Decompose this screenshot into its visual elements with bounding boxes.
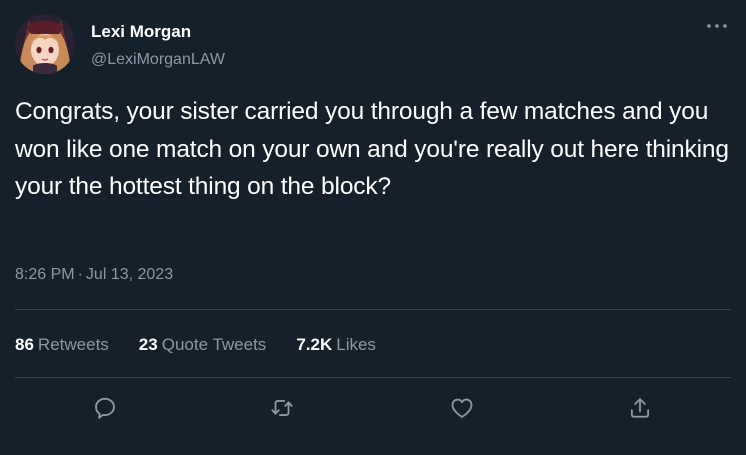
tweet-text: Congrats, your sister carried you throug… <box>15 98 729 200</box>
quote-tweets-label: Quote Tweets <box>161 335 267 354</box>
retweets-stat[interactable]: 86 Retweets <box>15 335 109 355</box>
tweet-time[interactable]: 8:26 PM <box>15 266 75 283</box>
divider <box>15 309 731 310</box>
share-icon <box>630 398 650 418</box>
tweet-date[interactable]: Jul 13, 2023 <box>86 266 173 283</box>
more-options-button[interactable] <box>700 14 734 38</box>
more-horizontal-icon <box>707 24 727 28</box>
tweet-card: Lexi Morgan @LexiMorganLAW Congrats, you… <box>0 0 746 455</box>
quote-tweets-stat[interactable]: 23 Quote Tweets <box>139 335 267 355</box>
reply-icon <box>95 397 115 419</box>
quote-tweets-count: 23 <box>138 335 158 354</box>
heart-icon <box>451 398 473 418</box>
tweet-timestamp[interactable]: 8:26 PM · Jul 13, 2023 <box>15 265 173 285</box>
divider <box>15 377 731 378</box>
likes-label: Likes <box>336 335 376 354</box>
action-bar <box>0 390 746 430</box>
timestamp-separator: · <box>77 266 83 283</box>
reply-button[interactable] <box>87 390 123 426</box>
author-display-name[interactable]: Lexi Morgan <box>91 21 191 43</box>
author-handle[interactable]: @LexiMorganLAW <box>91 50 225 70</box>
likes-stat[interactable]: 7.2K Likes <box>296 335 376 355</box>
retweet-button[interactable] <box>264 390 300 426</box>
likes-count: 7.2K <box>296 335 333 354</box>
like-button[interactable] <box>444 390 480 426</box>
retweets-count: 86 <box>15 335 34 354</box>
retweet-icon <box>271 400 293 416</box>
retweets-label: Retweets <box>37 335 109 354</box>
avatar[interactable] <box>15 14 75 74</box>
share-button[interactable] <box>622 390 658 426</box>
engagement-stats: 86 Retweets 23 Quote Tweets 7.2K Likes <box>15 334 406 356</box>
